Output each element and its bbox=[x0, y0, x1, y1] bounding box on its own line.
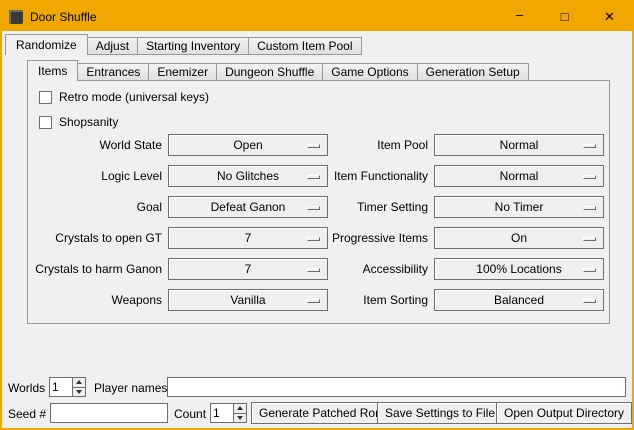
progressive-items-value: On bbox=[511, 231, 527, 245]
tab-starting-inventory[interactable]: Starting Inventory bbox=[138, 37, 249, 55]
door-shuffle-window: Door Shuffle – □ ✕ Randomize Adjust Star… bbox=[0, 0, 634, 430]
tab-entrances[interactable]: Entrances bbox=[78, 63, 149, 81]
item-pool-value: Normal bbox=[500, 138, 539, 152]
player-names-input[interactable] bbox=[167, 377, 626, 397]
count-spin-up-button[interactable] bbox=[233, 403, 247, 413]
tab-dungeon-shuffle[interactable]: Dungeon Shuffle bbox=[217, 63, 323, 81]
world-state-label: World State bbox=[28, 138, 168, 152]
items-tab-panel: Retro mode (universal keys) Shopsanity W… bbox=[27, 80, 610, 324]
tab-adjust[interactable]: Adjust bbox=[88, 37, 138, 55]
count-input[interactable] bbox=[210, 403, 233, 423]
caption-buttons: – □ ✕ bbox=[497, 2, 632, 31]
progressive-items-row: Progressive Items On bbox=[269, 227, 604, 249]
goal-label: Goal bbox=[28, 200, 168, 214]
right-dropdown-column: Item Pool Normal Item Functionality Norm… bbox=[269, 134, 604, 320]
menu-indicator-icon bbox=[583, 144, 596, 148]
weapons-value: Vanilla bbox=[230, 293, 265, 307]
timer-setting-value: No Timer bbox=[495, 200, 544, 214]
tab-custom-item-pool[interactable]: Custom Item Pool bbox=[249, 37, 361, 55]
save-settings-button[interactable]: Save Settings to File bbox=[377, 402, 503, 424]
item-pool-label: Item Pool bbox=[269, 138, 434, 152]
maximize-icon: □ bbox=[561, 9, 569, 24]
menu-indicator-icon bbox=[583, 268, 596, 272]
spin-down-icon bbox=[237, 416, 243, 420]
tab-game-options[interactable]: Game Options bbox=[323, 63, 417, 81]
retro-mode-row: Retro mode (universal keys) bbox=[39, 89, 209, 105]
shopsanity-label: Shopsanity bbox=[59, 115, 118, 129]
close-button[interactable]: ✕ bbox=[587, 2, 632, 31]
count-label: Count bbox=[174, 406, 206, 422]
tab-items[interactable]: Items bbox=[27, 60, 78, 81]
shopsanity-checkbox[interactable] bbox=[39, 116, 52, 129]
item-sorting-dropdown[interactable]: Balanced bbox=[434, 289, 604, 311]
worlds-label: Worlds bbox=[8, 380, 45, 396]
retro-mode-label: Retro mode (universal keys) bbox=[59, 90, 209, 104]
close-icon: ✕ bbox=[604, 9, 615, 25]
player-names-label: Player names bbox=[94, 380, 167, 396]
app-icon bbox=[9, 10, 23, 24]
timer-setting-row: Timer Setting No Timer bbox=[269, 196, 604, 218]
spin-down-icon bbox=[76, 390, 82, 394]
item-functionality-dropdown[interactable]: Normal bbox=[434, 165, 604, 187]
item-pool-row: Item Pool Normal bbox=[269, 134, 604, 156]
menu-indicator-icon bbox=[583, 206, 596, 210]
generate-patched-rom-button[interactable]: Generate Patched Rom bbox=[251, 402, 393, 424]
crystals-gt-label: Crystals to open GT bbox=[28, 231, 168, 245]
retro-mode-checkbox[interactable] bbox=[39, 91, 52, 104]
maximize-button[interactable]: □ bbox=[542, 2, 587, 31]
worlds-input[interactable] bbox=[49, 377, 72, 397]
tab-enemizer[interactable]: Enemizer bbox=[149, 63, 217, 81]
timer-setting-dropdown[interactable]: No Timer bbox=[434, 196, 604, 218]
accessibility-row: Accessibility 100% Locations bbox=[269, 258, 604, 280]
item-sorting-value: Balanced bbox=[494, 293, 544, 307]
spin-up-icon bbox=[237, 406, 243, 410]
crystals-ganon-label: Crystals to harm Ganon bbox=[28, 262, 168, 276]
minimize-icon: – bbox=[516, 7, 523, 22]
crystals-ganon-value: 7 bbox=[245, 262, 252, 276]
worlds-spinner bbox=[49, 377, 86, 397]
timer-setting-label: Timer Setting bbox=[269, 200, 434, 214]
menu-indicator-icon bbox=[583, 237, 596, 241]
count-spin-down-button[interactable] bbox=[233, 413, 247, 424]
logic-level-label: Logic Level bbox=[28, 169, 168, 183]
crystals-gt-value: 7 bbox=[245, 231, 252, 245]
inner-tab-bar: Items Entrances Enemizer Dungeon Shuffle… bbox=[27, 60, 529, 81]
menu-indicator-icon bbox=[583, 299, 596, 303]
item-functionality-label: Item Functionality bbox=[269, 169, 434, 183]
tab-generation-setup[interactable]: Generation Setup bbox=[418, 63, 529, 81]
progressive-items-label: Progressive Items bbox=[269, 231, 434, 245]
worlds-spin-down-button[interactable] bbox=[72, 387, 86, 398]
item-functionality-value: Normal bbox=[500, 169, 539, 183]
window-title: Door Shuffle bbox=[30, 10, 97, 24]
accessibility-label: Accessibility bbox=[269, 262, 434, 276]
weapons-label: Weapons bbox=[28, 293, 168, 307]
worlds-spin-up-button[interactable] bbox=[72, 377, 86, 387]
titlebar[interactable]: Door Shuffle – □ ✕ bbox=[2, 2, 632, 31]
spin-up-icon bbox=[76, 380, 82, 384]
progressive-items-dropdown[interactable]: On bbox=[434, 227, 604, 249]
open-output-directory-button[interactable]: Open Output Directory bbox=[496, 402, 632, 424]
outer-tab-bar: Randomize Adjust Starting Inventory Cust… bbox=[5, 34, 362, 55]
seed-input[interactable] bbox=[50, 403, 168, 423]
count-spinner bbox=[210, 403, 247, 423]
world-state-value: Open bbox=[233, 138, 262, 152]
minimize-button[interactable]: – bbox=[497, 2, 542, 31]
item-sorting-row: Item Sorting Balanced bbox=[269, 289, 604, 311]
item-functionality-row: Item Functionality Normal bbox=[269, 165, 604, 187]
item-pool-dropdown[interactable]: Normal bbox=[434, 134, 604, 156]
tab-randomize[interactable]: Randomize bbox=[5, 34, 88, 55]
item-sorting-label: Item Sorting bbox=[269, 293, 434, 307]
menu-indicator-icon bbox=[583, 175, 596, 179]
accessibility-value: 100% Locations bbox=[476, 262, 561, 276]
shopsanity-row: Shopsanity bbox=[39, 114, 118, 130]
accessibility-dropdown[interactable]: 100% Locations bbox=[434, 258, 604, 280]
seed-label: Seed # bbox=[8, 406, 46, 422]
